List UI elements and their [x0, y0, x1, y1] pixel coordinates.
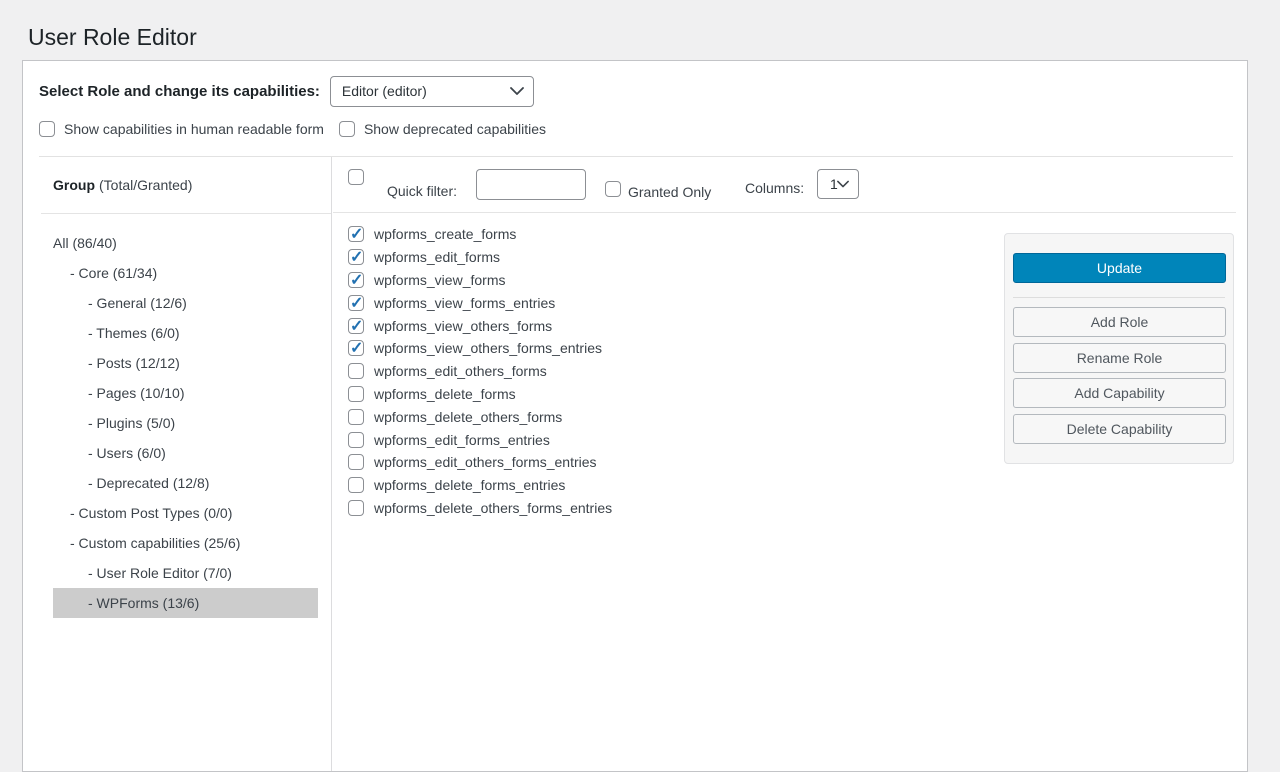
capability-label: wpforms_edit_others_forms_entries — [374, 454, 597, 470]
capability-label: wpforms_delete_forms — [374, 386, 516, 402]
capability-label: wpforms_view_others_forms — [374, 318, 552, 334]
capability-label: wpforms_edit_others_forms — [374, 363, 547, 379]
deprecated-checkbox[interactable] — [339, 121, 355, 137]
role-select-value: Editor (editor) — [342, 83, 427, 99]
group-tree-item[interactable]: - Custom Post Types (0/0) — [53, 498, 318, 528]
group-tree-item[interactable]: - Users (6/0) — [53, 438, 318, 468]
capability-checkbox[interactable] — [348, 386, 364, 402]
capability-list: wpforms_create_forms wpforms_edit_formswp… — [348, 223, 612, 519]
content-area: Group(Total/Granted) All (86/40)- Core (… — [23, 157, 1247, 771]
add-capability-button[interactable]: Add Capability — [1013, 378, 1226, 408]
human-readable-checkbox[interactable] — [39, 121, 55, 137]
capability-row: wpforms_view_forms_entries — [348, 291, 612, 314]
actions-box: Update Add Role Rename Role Add Capabili… — [1004, 233, 1234, 464]
filter-bar: Quick filter: Granted Only Columns: 1 — [333, 157, 1236, 213]
capability-row: wpforms_delete_others_forms — [348, 405, 612, 428]
capability-label: wpforms_view_forms_entries — [374, 295, 555, 311]
add-role-button[interactable]: Add Role — [1013, 307, 1226, 337]
columns-label: Columns: — [745, 180, 804, 196]
capability-checkbox[interactable] — [348, 432, 364, 448]
role-select-label: Select Role and change its capabilities: — [39, 83, 320, 100]
capability-label: wpforms_delete_others_forms_entries — [374, 500, 612, 516]
group-tree-item[interactable]: - User Role Editor (7/0) — [53, 558, 318, 588]
capability-label: wpforms_view_others_forms_entries — [374, 340, 602, 356]
capability-row: wpforms_view_others_forms_entries — [348, 337, 612, 360]
group-tree: All (86/40)- Core (61/34)- General (12/6… — [53, 228, 318, 618]
deprecated-option[interactable]: Show deprecated capabilities — [339, 121, 546, 137]
capability-checkbox[interactable] — [348, 409, 364, 425]
group-tree-item[interactable]: - Core (61/34) — [53, 258, 318, 288]
capability-checkbox[interactable] — [348, 295, 364, 311]
role-select[interactable]: Editor (editor) — [330, 76, 534, 107]
capability-label: wpforms_view_forms — [374, 272, 505, 288]
group-tree-item[interactable]: All (86/40) — [53, 228, 318, 258]
capability-row: wpforms_edit_others_forms — [348, 360, 612, 383]
group-tree-item[interactable]: - Deprecated (12/8) — [53, 468, 318, 498]
capability-row: wpforms_view_others_forms — [348, 314, 612, 337]
human-readable-label: Show capabilities in human readable form — [64, 121, 324, 137]
capability-row: wpforms_edit_forms — [348, 246, 612, 269]
capability-row: wpforms_delete_forms — [348, 383, 612, 406]
capability-label: wpforms_edit_forms_entries — [374, 432, 550, 448]
capability-checkbox[interactable] — [348, 226, 364, 242]
capability-label: wpforms_delete_others_forms — [374, 409, 562, 425]
capability-row: wpforms_edit_forms_entries — [348, 428, 612, 451]
capability-checkbox[interactable] — [348, 272, 364, 288]
role-selector-row: Select Role and change its capabilities:… — [39, 75, 534, 107]
capability-checkbox[interactable] — [348, 477, 364, 493]
granted-only-label: Granted Only — [628, 184, 711, 200]
capability-checkbox[interactable] — [348, 340, 364, 356]
capability-row: wpforms_edit_others_forms_entries — [348, 451, 612, 474]
groups-column: Group(Total/Granted) All (86/40)- Core (… — [23, 157, 332, 771]
capability-checkbox[interactable] — [348, 363, 364, 379]
groups-header-suffix: (Total/Granted) — [99, 177, 192, 193]
capability-row: wpforms_delete_others_forms_entries — [348, 497, 612, 520]
capability-checkbox[interactable] — [348, 500, 364, 516]
groups-header-divider — [41, 213, 331, 214]
granted-only-checkbox[interactable] — [605, 181, 621, 197]
update-button[interactable]: Update — [1013, 253, 1226, 283]
display-options-row: Show capabilities in human readable form… — [39, 121, 546, 137]
capability-row: wpforms_create_forms — [348, 223, 612, 246]
capability-checkbox[interactable] — [348, 318, 364, 334]
groups-header: Group(Total/Granted) — [53, 157, 192, 213]
group-tree-item[interactable]: - WPForms (13/6) — [53, 588, 318, 618]
quick-filter-label: Quick filter: — [387, 183, 457, 199]
delete-capability-button[interactable]: Delete Capability — [1013, 414, 1226, 444]
capability-row: wpforms_delete_forms_entries — [348, 474, 612, 497]
capability-row: wpforms_view_forms — [348, 269, 612, 292]
page-title: User Role Editor — [28, 24, 197, 51]
select-all-checkbox[interactable] — [348, 169, 364, 185]
actions-divider — [1013, 297, 1225, 298]
columns-select[interactable]: 1 — [817, 169, 859, 199]
capability-label: wpforms_delete_forms_entries — [374, 477, 565, 493]
capabilities-column: Quick filter: Granted Only Columns: 1 wp… — [333, 157, 1247, 771]
group-tree-item[interactable]: - General (12/6) — [53, 288, 318, 318]
chevron-down-icon — [510, 87, 524, 95]
quick-filter-input[interactable] — [476, 169, 586, 200]
capability-label: wpforms_create_forms — [374, 226, 516, 242]
human-readable-option[interactable]: Show capabilities in human readable form — [39, 121, 324, 137]
deprecated-label: Show deprecated capabilities — [364, 121, 546, 137]
groups-header-title: Group — [53, 177, 95, 193]
group-tree-item[interactable]: - Themes (6/0) — [53, 318, 318, 348]
group-tree-item[interactable]: - Pages (10/10) — [53, 378, 318, 408]
group-tree-item[interactable]: - Posts (12/12) — [53, 348, 318, 378]
capability-checkbox[interactable] — [348, 454, 364, 470]
group-tree-item[interactable]: - Custom capabilities (25/6) — [53, 528, 318, 558]
group-tree-item[interactable]: - Plugins (5/0) — [53, 408, 318, 438]
chevron-down-icon — [837, 181, 849, 188]
capability-label: wpforms_edit_forms — [374, 249, 500, 265]
capability-checkbox[interactable] — [348, 249, 364, 265]
user-role-editor-panel: Select Role and change its capabilities:… — [22, 60, 1248, 772]
rename-role-button[interactable]: Rename Role — [1013, 343, 1226, 373]
